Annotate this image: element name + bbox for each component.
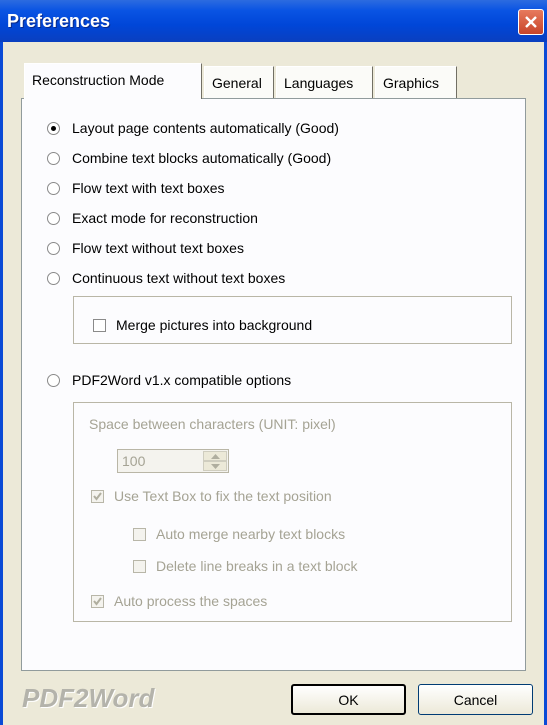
auto-merge-checkbox[interactable]: Auto merge nearby text blocks <box>133 524 345 544</box>
radio-label: Combine text blocks automatically (Good) <box>72 150 332 166</box>
compat-options-group <box>73 402 512 622</box>
checkbox[interactable] <box>133 559 146 573</box>
radio-layout-page-contents[interactable]: Layout page contents automatically (Good… <box>47 118 339 138</box>
window-frame-left <box>0 42 3 725</box>
radio-button[interactable] <box>47 151 60 165</box>
spacing-value[interactable]: 100 <box>122 453 145 469</box>
checkbox-label: Merge pictures into background <box>116 317 313 333</box>
radio-continuous-text[interactable]: Continuous text without text boxes <box>47 268 285 288</box>
delete-line-breaks-checkbox[interactable]: Delete line breaks in a text block <box>133 556 358 576</box>
tab-graphics[interactable]: Graphics <box>375 66 457 98</box>
title-bar[interactable]: Preferences <box>0 0 547 42</box>
spin-up-icon <box>211 454 220 459</box>
radio-pdf2word-compatible[interactable]: PDF2Word v1.x compatible options <box>47 370 291 390</box>
radio-label: Layout page contents automatically (Good… <box>72 120 339 136</box>
ok-button[interactable]: OK <box>291 684 406 715</box>
auto-process-spaces-checkbox[interactable]: Auto process the spaces <box>91 591 267 611</box>
radio-button[interactable] <box>47 241 60 255</box>
radio-flow-text-with-boxes[interactable]: Flow text with text boxes <box>47 178 225 198</box>
checkbox-label: Use Text Box to fix the text position <box>114 488 332 504</box>
tab-general[interactable]: General <box>204 66 274 98</box>
checkbox[interactable] <box>91 489 104 503</box>
tab-reconstruction-mode[interactable]: Reconstruction Mode <box>24 63 202 99</box>
checkbox-label: Delete line breaks in a text block <box>156 558 358 574</box>
spacing-label: Space between characters (UNIT: pixel) <box>89 416 336 432</box>
radio-label: Continuous text without text boxes <box>72 270 286 286</box>
checkbox[interactable] <box>93 318 106 332</box>
radio-combine-text-blocks[interactable]: Combine text blocks automatically (Good) <box>47 148 331 168</box>
radio-button[interactable] <box>47 373 60 387</box>
spinner-buttons <box>203 451 227 471</box>
spin-down-icon <box>211 464 220 469</box>
spacing-spinner[interactable]: 100 <box>117 449 229 473</box>
close-button[interactable] <box>518 9 544 35</box>
radio-exact-mode[interactable]: Exact mode for reconstruction <box>47 208 258 228</box>
radio-label: PDF2Word v1.x compatible options <box>72 372 292 388</box>
radio-button[interactable] <box>47 211 60 225</box>
spin-up-button[interactable] <box>203 451 227 461</box>
radio-label: Flow text with text boxes <box>72 180 225 196</box>
merge-pictures-checkbox[interactable]: Merge pictures into background <box>93 315 312 335</box>
checkbox[interactable] <box>133 527 146 541</box>
window-title: Preferences <box>7 11 111 31</box>
checkmark-icon <box>93 596 102 606</box>
radio-flow-text-without-boxes[interactable]: Flow text without text boxes <box>47 238 244 258</box>
radio-label: Flow text without text boxes <box>72 240 244 256</box>
cancel-button[interactable]: Cancel <box>418 684 533 715</box>
use-text-box-checkbox[interactable]: Use Text Box to fix the text position <box>91 486 332 506</box>
radio-button[interactable] <box>47 271 60 285</box>
checkbox-label: Auto process the spaces <box>114 593 268 609</box>
tab-languages[interactable]: Languages <box>276 66 373 98</box>
radio-button[interactable] <box>47 181 60 195</box>
radio-label: Exact mode for reconstruction <box>72 210 258 226</box>
checkbox-label: Auto merge nearby text blocks <box>156 526 346 542</box>
radio-button[interactable] <box>47 121 60 135</box>
spin-down-button[interactable] <box>203 461 227 471</box>
checkbox[interactable] <box>91 594 104 608</box>
pdf2word-logo: PDF2Word <box>22 683 155 713</box>
close-icon <box>525 16 537 28</box>
checkmark-icon <box>93 491 102 501</box>
